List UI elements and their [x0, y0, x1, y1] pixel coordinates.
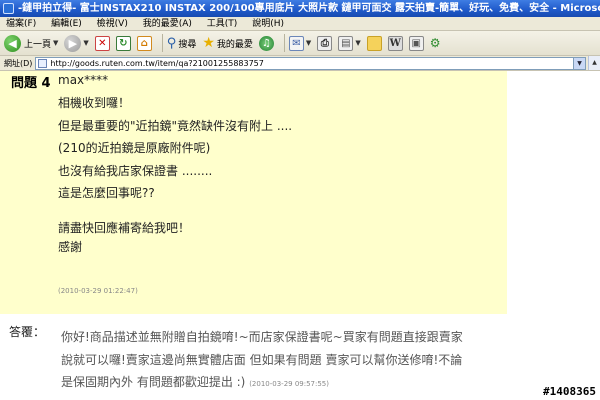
edit-button[interactable]: ▤ ▼ [338, 35, 361, 51]
question-line: 這是怎麼回事呢?? [58, 186, 155, 200]
answer-line: 說就可以囉!賣家這邊尚無實體店面 但如果有問題 賣家可以幫你送修唷!不論 [61, 353, 463, 367]
back-arrow-icon: ◀ [4, 34, 21, 52]
address-url: http://goods.ruten.com.tw/item/qa?210012… [50, 58, 264, 68]
edit-icon: ▤ [338, 35, 354, 51]
address-bar: 網址(D) http://goods.ruten.com.tw/item/qa?… [0, 56, 600, 71]
research-icon: ▣ [408, 35, 424, 51]
menu-view[interactable]: 檢視(V) [97, 19, 128, 29]
messenger-button[interactable]: ⚙ [430, 36, 441, 50]
answer-label: 答覆： [9, 325, 46, 339]
page-content: 問題 4 max**** 相機收到囉！ 但是最重要的"近拍鏡"竟然缺件沒有附上 … [0, 71, 600, 400]
question-line: 請盡快回應補寄給我吧！ [58, 221, 191, 235]
printer-icon: ⎙ [317, 35, 333, 51]
stop-icon: ✕ [94, 35, 110, 51]
menu-favorites[interactable]: 我的最愛(A) [143, 19, 192, 29]
stop-button[interactable]: ✕ [94, 35, 110, 51]
search-button-label: 搜尋 [178, 39, 197, 50]
mail-button[interactable]: ✉ ▼ [288, 35, 311, 51]
menu-tools[interactable]: 工具(T) [207, 19, 238, 29]
answer-timestamp: (2010-03-29 09:57:55) [249, 380, 329, 388]
ie-icon [3, 3, 14, 14]
star-icon: ★ [202, 35, 215, 51]
home-button[interactable]: ⌂ [136, 35, 152, 51]
chevron-down-icon[interactable]: ▼ [355, 39, 360, 47]
favorites-button-label: 我的最愛 [216, 39, 253, 50]
address-input[interactable]: http://goods.ruten.com.tw/item/qa?210012… [35, 56, 586, 70]
toolbar-separator [283, 34, 285, 52]
print-button[interactable]: ⎙ [317, 35, 333, 51]
back-button-label: 上一頁 [24, 39, 52, 50]
question-line: 相機收到囉！ [58, 96, 131, 110]
question-timestamp: (2010-03-29 01:22:47) [58, 287, 138, 295]
search-icon: ⚲ [166, 35, 177, 51]
research-button[interactable]: ▣ [408, 35, 424, 51]
question-line: (210的近拍鏡是原廠附件呢) [58, 141, 211, 155]
answer-line-last: 是保固期內外 有問題都歡迎提出 :) (2010-03-29 09:57:55) [61, 373, 329, 390]
scroll-up-button[interactable]: ▲ [588, 56, 600, 70]
menu-file[interactable]: 檔案(F) [6, 19, 36, 29]
messenger-icon: ⚙ [429, 36, 441, 50]
search-button[interactable]: ⚲ 搜尋 [167, 36, 197, 51]
folder-button[interactable] [366, 35, 382, 51]
question-user: max**** [58, 73, 109, 87]
address-label: 網址(D) [4, 58, 33, 68]
folder-icon [366, 35, 382, 51]
chevron-down-icon[interactable]: ▼ [53, 39, 58, 47]
answer-line: 你好!商品描述並無附贈自拍鏡唷!~而店家保證書呢~買家有問題直接跟賣家 [61, 330, 463, 344]
media-button[interactable]: ♫ [258, 35, 274, 51]
question-line: 但是最重要的"近拍鏡"竟然缺件沒有附上 .... [58, 119, 293, 133]
toolbar: ◀ 上一頁 ▼ ▶ ▼ ✕ ↻ ⌂ ⚲ 搜尋 ★ 我的最愛 ♫ ✉ ▼ ⎙ ▤ … [0, 31, 600, 56]
toolbar-separator [161, 34, 163, 52]
home-icon: ⌂ [136, 35, 152, 51]
forward-arrow-icon: ▶ [64, 34, 82, 52]
question-number: 問題 4 [11, 76, 51, 91]
mail-icon: ✉ [288, 35, 304, 51]
word-button[interactable]: W [387, 35, 403, 51]
chevron-down-icon[interactable]: ▼ [306, 39, 311, 47]
watermark: #1408365 [543, 385, 596, 398]
favorites-button[interactable]: ★ 我的最愛 [202, 35, 253, 51]
menu-help[interactable]: 說明(H) [252, 19, 284, 29]
refresh-icon: ↻ [115, 35, 131, 51]
chevron-down-icon[interactable]: ▼ [83, 39, 88, 47]
browser-window: -鏈甲拍立得- 富士INSTAX210 INSTAX 200/100專用底片 大… [0, 0, 600, 400]
question-line: 感謝 [58, 240, 83, 254]
menu-bar: 檔案(F) 編輯(E) 檢視(V) 我的最愛(A) 工具(T) 說明(H) [0, 17, 600, 31]
forward-button[interactable]: ▶ ▼ [64, 34, 89, 52]
back-button[interactable]: ◀ 上一頁 ▼ [4, 34, 58, 52]
question-line: 也沒有給我店家保證書 ........ [58, 164, 213, 178]
title-bar: -鏈甲拍立得- 富士INSTAX210 INSTAX 200/100專用底片 大… [0, 0, 600, 17]
refresh-button[interactable]: ↻ [115, 35, 131, 51]
word-icon: W [387, 35, 403, 51]
media-icon: ♫ [258, 35, 274, 51]
page-icon [38, 58, 48, 68]
menu-edit[interactable]: 編輯(E) [51, 19, 82, 29]
question-panel: 問題 4 max**** 相機收到囉！ 但是最重要的"近拍鏡"竟然缺件沒有附上 … [0, 71, 507, 314]
answer-line: 是保固期內外 有問題都歡迎提出 :) [61, 375, 246, 389]
address-dropdown-icon[interactable]: ▼ [573, 57, 585, 69]
window-title: -鏈甲拍立得- 富士INSTAX210 INSTAX 200/100專用底片 大… [18, 3, 600, 14]
